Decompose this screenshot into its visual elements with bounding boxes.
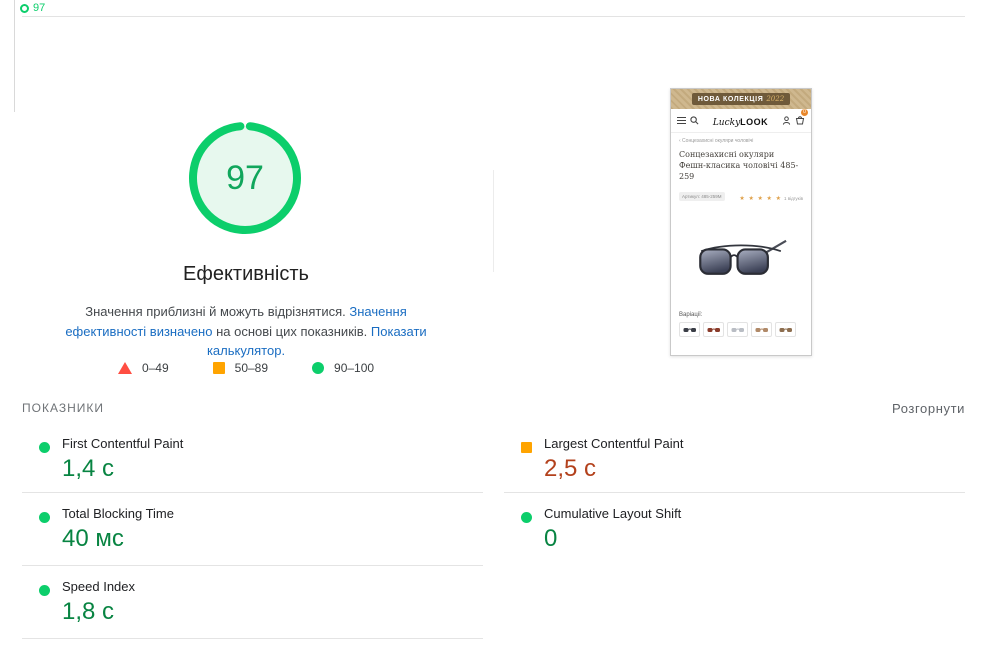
green-circle-icon [39, 512, 50, 523]
legend-item-fail: 0–49 [117, 361, 169, 375]
review-count: 1 відгуків [783, 196, 803, 201]
cart-badge: 0 [801, 108, 808, 116]
metric-row-speed-index: Speed Index 1,8 с [22, 566, 483, 639]
sku-chip: Артикул: 485-259М [679, 191, 725, 201]
green-circle-icon [312, 362, 325, 374]
metric-row-fcp: First Contentful Paint 1,4 с [22, 423, 483, 493]
score-disclaimer: Значення приблизні й можуть відрізнятися… [58, 302, 434, 361]
category-title: Ефективність [183, 263, 309, 285]
legend-range: 0–49 [141, 361, 169, 375]
gauge-score: 97 [226, 158, 264, 197]
left-edge-divider [14, 0, 15, 112]
legend-item-average: 50–89 [212, 361, 269, 375]
account-icon [782, 116, 791, 125]
shot-header: LuckyLOOK 0 [671, 108, 811, 133]
metric-value: 1,8 с [62, 598, 115, 625]
variant-swatches [671, 320, 811, 343]
metrics-header: ПОКАЗНИКИ Розгорнути [22, 399, 965, 423]
shot-product-meta: Артикул: 485-259М ★ ★ ★ ★ ★ 1 відгуків [671, 184, 811, 208]
metric-row-lcp: Largest Contentful Paint 2,5 с [504, 423, 965, 493]
disclaimer-text-2: на основі цих показників. [212, 323, 371, 339]
orange-square-icon [212, 362, 225, 374]
variants-label: Варіації: [679, 312, 703, 318]
variant-tile [703, 322, 724, 337]
green-circle-icon [39, 585, 50, 596]
metrics-column-left: First Contentful Paint 1,4 с Total Block… [22, 423, 483, 639]
promo-year: 2022 [766, 95, 785, 103]
metrics-section-title: ПОКАЗНИКИ [22, 401, 104, 415]
variant-tile [775, 322, 796, 337]
sunglasses-image [699, 239, 787, 275]
menu-icon [677, 117, 686, 124]
variant-tile [727, 322, 748, 337]
logo-main: LOOK [740, 116, 769, 127]
metric-label: Speed Index [62, 579, 136, 594]
metric-row-cls: Cumulative Layout Shift 0 [504, 493, 965, 566]
page-screenshot-thumbnail[interactable]: НОВА КОЛЕКЦІЯ 2022 LuckyLOOK 0 ‹ Сонцеза… [670, 88, 812, 356]
promo-text: НОВА КОЛЕКЦІЯ [697, 96, 764, 103]
metrics-grid: First Contentful Paint 1,4 с Total Block… [22, 423, 965, 639]
logo-script: Lucky [712, 117, 741, 128]
search-icon [690, 116, 699, 125]
cart-button: 0 [795, 108, 808, 130]
metric-value: 0 [544, 525, 558, 552]
shot-promo-banner: НОВА КОЛЕКЦІЯ 2022 [671, 89, 811, 109]
product-photo [671, 208, 811, 310]
performance-gauge[interactable]: 97 [185, 118, 305, 238]
metrics-column-right: Largest Contentful Paint 2,5 с Cumulativ… [504, 423, 965, 639]
variant-tile [751, 322, 772, 337]
green-circle-icon [521, 512, 532, 523]
red-triangle-icon [117, 362, 132, 374]
disclaimer-text: Значення приблизні й можуть відрізнятися… [85, 304, 350, 319]
star-rating-icon: ★ ★ ★ ★ ★ [739, 196, 782, 202]
metric-label: Total Blocking Time [62, 506, 174, 521]
legend-item-pass: 90–100 [312, 361, 374, 375]
lighthouse-performance-report: 97 97 Ефективність Значення приблизні й … [0, 0, 989, 648]
variant-tile [679, 322, 700, 337]
shot-product-title: Сонцезахисні окуляри Фешн-класика чолові… [679, 150, 799, 181]
cart-icon [795, 115, 805, 124]
mini-score: 97 [33, 2, 46, 14]
legend-range: 90–100 [334, 361, 375, 375]
metric-label: First Contentful Paint [62, 436, 184, 451]
metric-value: 40 мс [62, 525, 124, 552]
orange-square-icon [521, 442, 532, 453]
sticky-score-pill[interactable]: 97 [20, 2, 45, 14]
center-divider [493, 170, 494, 272]
legend-range: 50–89 [234, 361, 269, 375]
metric-label: Cumulative Layout Shift [544, 506, 682, 521]
shop-logo: LuckyLOOK [703, 113, 778, 129]
metric-label: Largest Contentful Paint [544, 436, 684, 451]
shot-breadcrumb: ‹ Сонцезахисні окуляри чоловічі [679, 138, 754, 144]
mini-gauge-icon [20, 3, 29, 13]
metric-value: 1,4 с [62, 455, 115, 482]
expand-button[interactable]: Розгорнути [892, 401, 965, 416]
metric-row-tbt: Total Blocking Time 40 мс [22, 493, 483, 566]
top-divider [22, 16, 965, 17]
green-circle-icon [39, 442, 50, 453]
metric-value: 2,5 с [544, 455, 597, 482]
score-legend: 0–49 50–89 90–100 [60, 361, 432, 375]
